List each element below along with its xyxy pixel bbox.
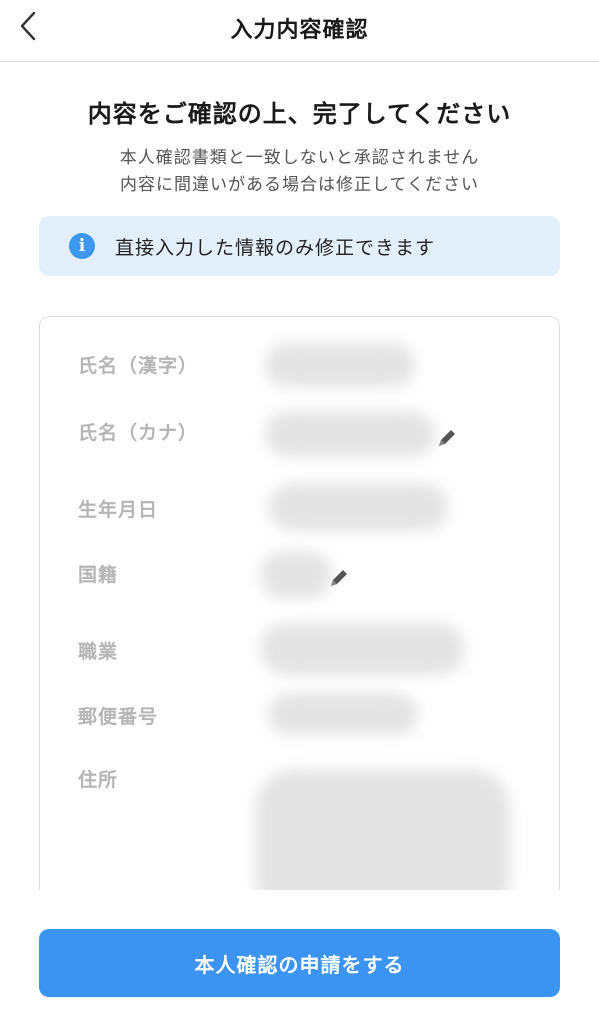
field-label-birthdate: 生年月日 <box>78 499 159 521</box>
redacted-value-nationality <box>260 551 332 599</box>
redacted-value-occupation <box>260 623 465 675</box>
info-banner-text: 直接入力した情報のみ修正できます <box>115 236 436 259</box>
info-banner: i 直接入力した情報のみ修正できます <box>39 216 560 276</box>
field-label-postal-code: 郵便番号 <box>78 706 159 728</box>
info-icon: i <box>69 233 95 259</box>
pencil-icon[interactable] <box>328 567 350 589</box>
instruction-text-1: 本人確認書類と一致しないと承認されません <box>119 148 480 168</box>
redacted-value-name-kanji <box>265 343 415 387</box>
confirmation-heading: 内容をご確認の上、完了してください <box>87 100 512 128</box>
field-label-occupation: 職業 <box>78 641 119 663</box>
pencil-icon[interactable] <box>436 427 458 449</box>
nav-bar: 入力内容確認 <box>0 0 599 62</box>
field-label-nationality: 国籍 <box>78 564 119 586</box>
instruction-text-2: 内容に間違いがある場合は修正してください <box>120 175 479 195</box>
redacted-value-birthdate <box>268 483 448 531</box>
redacted-value-postal-code <box>268 693 418 735</box>
details-card: 氏名（漢字） 氏名（カナ） 生年月日 国籍 職業 郵便番号 住所 <box>39 316 560 890</box>
page-title: 入力内容確認 <box>230 18 369 43</box>
field-label-name-kana: 氏名（カナ） <box>78 422 199 444</box>
confirmation-screen: 入力内容確認 内容をご確認の上、完了してください 本人確認書類と一致しないと承認… <box>0 0 599 1024</box>
field-label-name-kanji: 氏名（漢字） <box>78 355 199 377</box>
field-label-address: 住所 <box>78 769 119 791</box>
submit-verification-button[interactable]: 本人確認の申請をする <box>39 929 560 997</box>
redacted-value-address <box>255 769 510 890</box>
redacted-value-name-kana <box>265 411 435 457</box>
